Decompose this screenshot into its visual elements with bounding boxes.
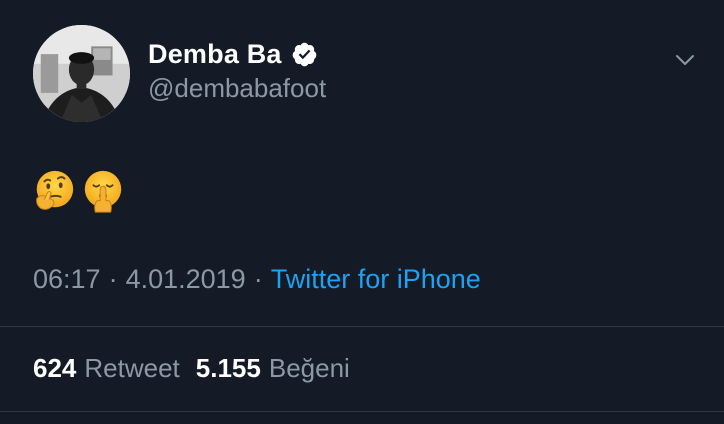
tweet-date: 4.01.2019	[125, 264, 246, 294]
chevron-down-icon[interactable]	[673, 48, 697, 72]
tweet-stats: 624 Retweet 5.155 Beğeni	[33, 353, 350, 384]
shushing-face-emoji-icon	[80, 168, 126, 214]
meta-separator: ·	[253, 264, 263, 294]
thinking-face-emoji-icon	[31, 168, 77, 214]
divider	[0, 326, 724, 327]
avatar-image	[33, 25, 130, 122]
retweets-count: 624	[33, 353, 77, 383]
avatar[interactable]	[33, 25, 130, 122]
divider	[0, 411, 724, 412]
display-name-row: Demba Ba	[148, 38, 318, 70]
likes-label: Beğeni	[268, 353, 350, 383]
user-handle[interactable]: @dembabafoot	[148, 73, 326, 104]
tweet-meta: 06:17 · 4.01.2019 · Twitter for iPhone	[33, 264, 481, 295]
display-name[interactable]: Demba Ba	[148, 39, 282, 70]
meta-separator: ·	[108, 264, 118, 294]
tweet-detail: Demba Ba @dembabafoot 06:17 · 4.01.2019 …	[0, 0, 724, 424]
verified-badge-icon	[291, 41, 318, 68]
tweet-text	[31, 168, 126, 218]
retweets-stat[interactable]: 624 Retweet	[33, 353, 180, 384]
tweet-source-link[interactable]: Twitter for iPhone	[271, 264, 481, 294]
retweets-label: Retweet	[84, 353, 180, 383]
likes-count: 5.155	[195, 353, 261, 383]
tweet-time: 06:17	[33, 264, 101, 294]
likes-stat[interactable]: 5.155 Beğeni	[196, 353, 350, 384]
